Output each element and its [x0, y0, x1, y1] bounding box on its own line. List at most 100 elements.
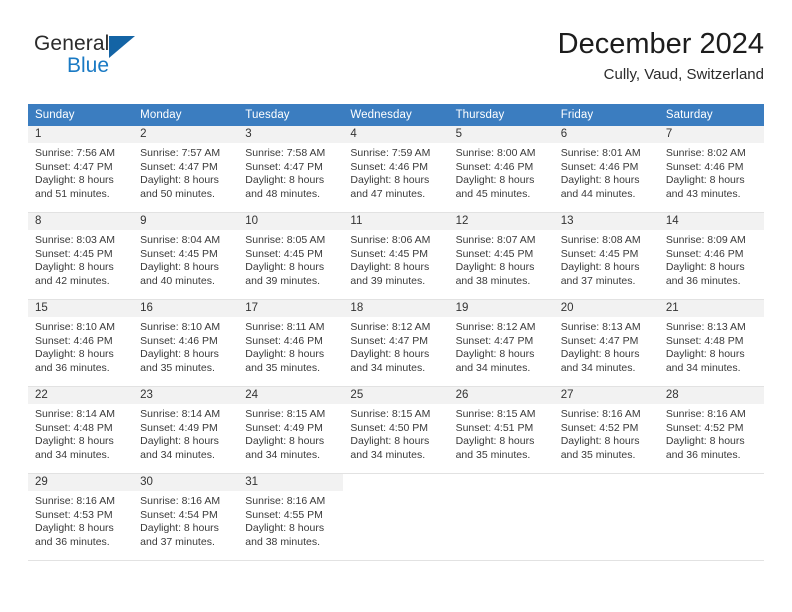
- daylight-text-line2: and 50 minutes.: [140, 187, 215, 200]
- weekday-header-thursday: Thursday: [448, 104, 554, 126]
- week-separator: [28, 560, 764, 561]
- sunrise-text: Sunrise: 8:01 AM: [560, 147, 641, 159]
- day-number: 14: [658, 213, 764, 230]
- day-number: 31: [238, 474, 344, 491]
- brand-name-blue: Blue: [67, 54, 110, 77]
- day-number: 30: [133, 474, 239, 491]
- daylight-text-line1: Daylight: 8 hours: [455, 174, 535, 187]
- brand-logo[interactable]: General Blue: [34, 32, 214, 90]
- sunset-text: Sunset: 4:46 PM: [560, 160, 639, 173]
- day-cell[interactable]: 21 Sunrise: 8:13 AM Sunset: 4:48 PM Dayl…: [658, 300, 764, 386]
- sunrise-text: Sunrise: 8:15 AM: [350, 408, 431, 420]
- daylight-text-line2: and 45 minutes.: [455, 187, 531, 200]
- daylight-text-line1: Daylight: 8 hours: [560, 174, 640, 187]
- daylight-text-line2: and 34 minutes.: [245, 448, 320, 461]
- day-cell[interactable]: 22 Sunrise: 8:14 AM Sunset: 4:48 PM Dayl…: [28, 387, 134, 473]
- daylight-text-line2: and 44 minutes.: [560, 187, 636, 200]
- sunset-text: Sunset: 4:45 PM: [35, 247, 113, 260]
- day-details: Sunrise: 8:16 AM Sunset: 4:52 PM Dayligh…: [554, 404, 659, 462]
- day-cell[interactable]: 12 Sunrise: 8:07 AM Sunset: 4:45 PM Dayl…: [448, 213, 554, 299]
- daylight-text-line2: and 38 minutes.: [245, 535, 320, 548]
- day-cell[interactable]: 25 Sunrise: 8:15 AM Sunset: 4:50 PM Dayl…: [343, 387, 449, 473]
- sunset-text: Sunset: 4:47 PM: [140, 160, 218, 173]
- sunset-text: Sunset: 4:55 PM: [245, 508, 323, 521]
- day-cell[interactable]: 23 Sunrise: 8:14 AM Sunset: 4:49 PM Dayl…: [133, 387, 239, 473]
- sunrise-text: Sunrise: 8:11 AM: [245, 321, 325, 333]
- sunrise-text: Sunrise: 8:00 AM: [455, 147, 536, 159]
- week-row: 1 Sunrise: 7:56 AM Sunset: 4:47 PM Dayli…: [28, 126, 764, 212]
- day-cell[interactable]: 8 Sunrise: 8:03 AM Sunset: 4:45 PM Dayli…: [28, 213, 134, 299]
- daylight-text-line2: and 34 minutes.: [350, 361, 426, 374]
- brand-name-general: General: [34, 32, 110, 55]
- day-details: Sunrise: 7:58 AM Sunset: 4:47 PM Dayligh…: [238, 143, 343, 201]
- sunset-text: Sunset: 4:47 PM: [350, 334, 429, 347]
- daylight-text-line2: and 35 minutes.: [140, 361, 215, 374]
- day-cell[interactable]: 17 Sunrise: 8:11 AM Sunset: 4:46 PM Dayl…: [238, 300, 344, 386]
- day-cell[interactable]: 9 Sunrise: 8:04 AM Sunset: 4:45 PM Dayli…: [133, 213, 239, 299]
- weekday-header-saturday: Saturday: [658, 104, 764, 126]
- daylight-text-line1: Daylight: 8 hours: [455, 435, 535, 448]
- day-cell[interactable]: 20 Sunrise: 8:13 AM Sunset: 4:47 PM Dayl…: [553, 300, 659, 386]
- day-details: Sunrise: 8:03 AM Sunset: 4:45 PM Dayligh…: [28, 230, 133, 288]
- sunrise-text: Sunrise: 8:13 AM: [665, 321, 746, 333]
- daylight-text-line1: Daylight: 8 hours: [350, 174, 430, 187]
- day-cell[interactable]: 11 Sunrise: 8:06 AM Sunset: 4:45 PM Dayl…: [343, 213, 449, 299]
- sunset-text: Sunset: 4:46 PM: [35, 334, 113, 347]
- day-number: 25: [343, 387, 449, 404]
- day-number: 10: [238, 213, 344, 230]
- daylight-text-line2: and 34 minutes.: [35, 448, 110, 461]
- daylight-text-line1: Daylight: 8 hours: [35, 522, 114, 535]
- daylight-text-line1: Daylight: 8 hours: [560, 261, 640, 274]
- sunrise-text: Sunrise: 7:58 AM: [245, 147, 326, 159]
- daylight-text-line1: Daylight: 8 hours: [35, 261, 114, 274]
- day-cell[interactable]: 5 Sunrise: 8:00 AM Sunset: 4:46 PM Dayli…: [448, 126, 554, 212]
- day-cell[interactable]: 3 Sunrise: 7:58 AM Sunset: 4:47 PM Dayli…: [238, 126, 344, 212]
- day-details: Sunrise: 8:08 AM Sunset: 4:45 PM Dayligh…: [554, 230, 659, 288]
- day-details: Sunrise: 8:10 AM Sunset: 4:46 PM Dayligh…: [133, 317, 238, 375]
- sunset-text: Sunset: 4:45 PM: [455, 247, 534, 260]
- day-details: Sunrise: 7:56 AM Sunset: 4:47 PM Dayligh…: [28, 143, 133, 201]
- day-cell[interactable]: 14 Sunrise: 8:09 AM Sunset: 4:46 PM Dayl…: [658, 213, 764, 299]
- day-cell[interactable]: 29 Sunrise: 8:16 AM Sunset: 4:53 PM Dayl…: [28, 474, 134, 560]
- daylight-text-line2: and 38 minutes.: [455, 274, 531, 287]
- daylight-text-line2: and 37 minutes.: [140, 535, 215, 548]
- daylight-text-line1: Daylight: 8 hours: [665, 261, 745, 274]
- day-cell[interactable]: 15 Sunrise: 8:10 AM Sunset: 4:46 PM Dayl…: [28, 300, 134, 386]
- day-number: 4: [343, 126, 449, 143]
- day-number: 23: [133, 387, 239, 404]
- sunrise-text: Sunrise: 8:07 AM: [455, 234, 536, 246]
- day-number: 8: [28, 213, 134, 230]
- daylight-text-line1: Daylight: 8 hours: [245, 348, 325, 361]
- day-cell[interactable]: 13 Sunrise: 8:08 AM Sunset: 4:45 PM Dayl…: [553, 213, 659, 299]
- day-details: Sunrise: 8:05 AM Sunset: 4:45 PM Dayligh…: [238, 230, 343, 288]
- day-number: 3: [238, 126, 344, 143]
- daylight-text-line1: Daylight: 8 hours: [245, 174, 325, 187]
- day-cell[interactable]: 26 Sunrise: 8:15 AM Sunset: 4:51 PM Dayl…: [448, 387, 554, 473]
- day-cell[interactable]: 19 Sunrise: 8:12 AM Sunset: 4:47 PM Dayl…: [448, 300, 554, 386]
- day-cell[interactable]: 27 Sunrise: 8:16 AM Sunset: 4:52 PM Dayl…: [553, 387, 659, 473]
- day-number: 17: [238, 300, 344, 317]
- sunrise-text: Sunrise: 8:09 AM: [665, 234, 746, 246]
- daylight-text-line2: and 37 minutes.: [560, 274, 636, 287]
- day-details: Sunrise: 8:15 AM Sunset: 4:50 PM Dayligh…: [343, 404, 448, 462]
- sunrise-text: Sunrise: 8:08 AM: [560, 234, 641, 246]
- day-cell[interactable]: 7 Sunrise: 8:02 AM Sunset: 4:46 PM Dayli…: [658, 126, 764, 212]
- day-cell[interactable]: 24 Sunrise: 8:15 AM Sunset: 4:49 PM Dayl…: [238, 387, 344, 473]
- daylight-text-line2: and 35 minutes.: [455, 448, 531, 461]
- day-cell[interactable]: 28 Sunrise: 8:16 AM Sunset: 4:52 PM Dayl…: [658, 387, 764, 473]
- day-cell[interactable]: 31 Sunrise: 8:16 AM Sunset: 4:55 PM Dayl…: [238, 474, 344, 560]
- day-cell[interactable]: 6 Sunrise: 8:01 AM Sunset: 4:46 PM Dayli…: [553, 126, 659, 212]
- daylight-text-line2: and 43 minutes.: [665, 187, 741, 200]
- sunset-text: Sunset: 4:46 PM: [140, 334, 218, 347]
- day-cell[interactable]: 30 Sunrise: 8:16 AM Sunset: 4:54 PM Dayl…: [133, 474, 239, 560]
- day-cell[interactable]: 4 Sunrise: 7:59 AM Sunset: 4:46 PM Dayli…: [343, 126, 449, 212]
- day-cell[interactable]: 2 Sunrise: 7:57 AM Sunset: 4:47 PM Dayli…: [133, 126, 239, 212]
- day-cell[interactable]: 18 Sunrise: 8:12 AM Sunset: 4:47 PM Dayl…: [343, 300, 449, 386]
- day-cell[interactable]: 16 Sunrise: 8:10 AM Sunset: 4:46 PM Dayl…: [133, 300, 239, 386]
- day-cell[interactable]: 1 Sunrise: 7:56 AM Sunset: 4:47 PM Dayli…: [28, 126, 134, 212]
- daylight-text-line1: Daylight: 8 hours: [350, 261, 430, 274]
- day-cell[interactable]: 10 Sunrise: 8:05 AM Sunset: 4:45 PM Dayl…: [238, 213, 344, 299]
- daylight-text-line2: and 36 minutes.: [35, 361, 110, 374]
- calendar-body: 1 Sunrise: 7:56 AM Sunset: 4:47 PM Dayli…: [28, 126, 764, 561]
- week-row: 15 Sunrise: 8:10 AM Sunset: 4:46 PM Dayl…: [28, 300, 764, 386]
